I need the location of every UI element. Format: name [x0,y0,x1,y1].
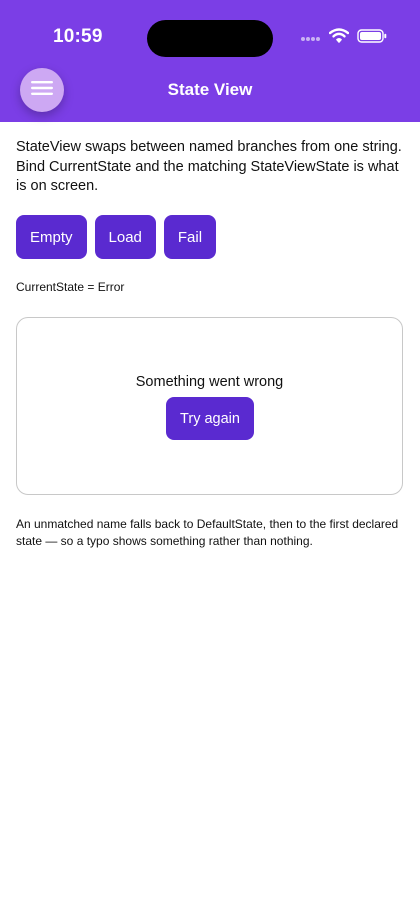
state-button-row: Empty Load Fail [16,215,217,259]
fail-button[interactable]: Fail [163,215,217,259]
status-icons [301,28,387,48]
wifi-icon [328,28,350,48]
intro-text: StateView swaps between named branches f… [16,139,402,194]
current-state-label: CurrentState = Error [16,280,125,294]
dynamic-island [147,20,273,57]
load-button[interactable]: Load [94,215,156,259]
page-title: State View [167,80,253,99]
cellular-signal-icon [301,29,321,47]
battery-icon [357,28,387,48]
fallback-note: An unmatched name falls back to DefaultS… [16,517,399,548]
error-message: Something went wrong [135,374,284,390]
empty-button[interactable]: Empty [16,215,87,259]
try-again-button[interactable]: Try again [166,397,254,440]
status-time: 10:59 [53,26,103,47]
header-bar: 10:59 State View [0,0,420,122]
error-state-card: Something went wrong Try again [16,317,403,495]
